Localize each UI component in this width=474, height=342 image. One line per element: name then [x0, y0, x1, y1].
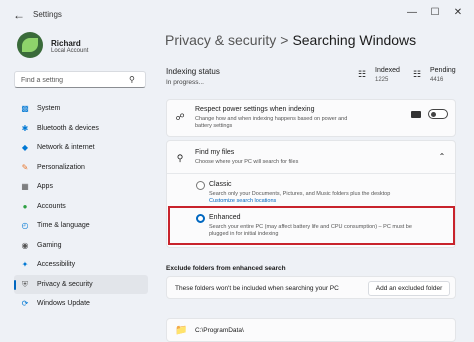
- breadcrumb-separator: >: [280, 32, 289, 48]
- indexed-label: Indexed: [375, 67, 400, 74]
- shield-icon: ⛨: [22, 279, 28, 289]
- highlight-box: [168, 206, 455, 245]
- indexed-value: 1225: [375, 77, 389, 83]
- sidebar-item-windows-update[interactable]: ⟳ Windows Update: [14, 294, 148, 314]
- excluded-folder-path: C:\ProgramData\: [195, 327, 244, 334]
- breadcrumb-parent[interactable]: Privacy & security: [165, 32, 276, 48]
- indexing-progress: In progress...: [166, 79, 204, 86]
- folder-icon: 📁: [175, 325, 188, 336]
- account-type: Local Account: [51, 48, 89, 54]
- sidebar-item-time-language[interactable]: ◴ Time & language: [14, 216, 148, 236]
- sidebar-item-label: Gaming: [37, 241, 62, 249]
- sidebar-item-apps[interactable]: ▦ Apps: [14, 177, 148, 197]
- person-icon: ●: [22, 201, 28, 211]
- sidebar-item-label: Apps: [37, 183, 53, 190]
- bluetooth-icon: ✱: [21, 123, 29, 133]
- search-box[interactable]: ⚲: [14, 71, 146, 88]
- sidebar-item-label: Privacy & security: [37, 280, 93, 288]
- find-my-files-header[interactable]: ⚲ Find my files Choose where your PC wil…: [167, 141, 455, 174]
- sidebar-item-gaming[interactable]: ◉ Gaming: [14, 236, 148, 256]
- user-name: Richard: [51, 39, 81, 48]
- chevron-up-icon[interactable]: ⌃: [437, 152, 447, 162]
- search-icon[interactable]: ⚲: [129, 75, 139, 85]
- globe-clock-icon: ◴: [21, 221, 29, 230]
- exclude-info-text: These folders won't be included when sea…: [175, 285, 339, 292]
- sidebar-item-label: Bluetooth & devices: [37, 124, 99, 132]
- indexing-status-title: Indexing status: [166, 67, 220, 76]
- brush-icon: ✎: [21, 162, 29, 172]
- apps-icon: ▦: [21, 182, 29, 191]
- sidebar-item-label: Network & internet: [37, 144, 95, 151]
- pending-icon: ☷: [412, 69, 422, 79]
- active-indicator: [14, 279, 16, 290]
- sidebar-item-label: Windows Update: [37, 300, 90, 307]
- power-settings-desc-2: battery settings: [195, 123, 233, 129]
- power-settings-toggle[interactable]: [428, 109, 448, 119]
- power-icon: ☍: [175, 112, 185, 122]
- search-input[interactable]: [21, 74, 121, 86]
- classic-desc: Search only your Documents, Pictures, an…: [209, 191, 391, 197]
- find-my-files-desc: Choose where your PC will search for fil…: [195, 159, 299, 165]
- power-settings-desc-1: Change how and when indexing happens bas…: [195, 116, 348, 122]
- sidebar-item-label: Accounts: [37, 202, 66, 210]
- customize-search-locations-link[interactable]: Customize search locations: [209, 198, 276, 204]
- monitor-icon: ▩: [21, 104, 29, 113]
- classic-label[interactable]: Classic: [209, 181, 232, 188]
- sidebar-item-label: System: [37, 105, 61, 112]
- toggle-knob: [431, 112, 436, 117]
- power-settings-title: Respect power settings when indexing: [195, 106, 315, 113]
- sidebar-item-label: Accessibility: [37, 261, 76, 268]
- sidebar-item-accessibility[interactable]: ✦ Accessibility: [14, 255, 148, 275]
- back-arrow-icon[interactable]: ←: [12, 8, 26, 22]
- sidebar-item-bluetooth[interactable]: ✱ Bluetooth & devices: [14, 119, 148, 139]
- breadcrumb: Privacy & security > Searching Windows: [165, 32, 416, 48]
- sidebar-item-accounts[interactable]: ● Accounts: [14, 197, 148, 217]
- exclude-info-card: These folders won't be included when sea…: [166, 276, 456, 299]
- controller-icon: ◉: [21, 240, 29, 250]
- sidebar-item-label: Time & language: [37, 222, 90, 229]
- indexed-icon: ☷: [357, 69, 367, 79]
- title-bar: ← Settings — ☐ ✕: [0, 0, 474, 30]
- power-settings-card: ☍ Respect power settings when indexing C…: [166, 99, 456, 137]
- sidebar-item-network[interactable]: ◆ Network & internet: [14, 138, 148, 158]
- maximize-button[interactable]: ☐: [428, 6, 442, 20]
- close-button[interactable]: ✕: [451, 6, 465, 20]
- excluded-folder-row[interactable]: 📁 C:\ProgramData\: [166, 318, 456, 342]
- update-icon: ⟳: [21, 299, 29, 308]
- sidebar-item-privacy-security[interactable]: ⛨ Privacy & security: [14, 274, 148, 294]
- sidebar-item-personalization[interactable]: ✎ Personalization: [14, 158, 148, 178]
- page-title: Searching Windows: [292, 32, 417, 48]
- pending-label: Pending: [430, 67, 456, 74]
- avatar-leaf-image: [22, 38, 38, 52]
- find-my-files-title: Find my files: [195, 149, 235, 156]
- battery-icon: [411, 111, 421, 118]
- classic-radio[interactable]: [196, 181, 205, 190]
- add-excluded-folder-button[interactable]: Add an excluded folder: [368, 281, 450, 296]
- wifi-icon: ◆: [21, 143, 29, 152]
- search-folder-icon: ⚲: [176, 153, 184, 163]
- exclude-folders-heading: Exclude folders from enhanced search: [166, 265, 286, 272]
- accessibility-icon: ✦: [21, 260, 29, 269]
- sidebar-nav: ▩ System ✱ Bluetooth & devices ◆ Network…: [14, 99, 148, 314]
- minimize-button[interactable]: —: [405, 6, 419, 20]
- avatar[interactable]: [17, 32, 43, 58]
- sidebar-item-label: Personalization: [37, 163, 85, 171]
- pending-value: 4416: [430, 77, 444, 83]
- sidebar-item-system[interactable]: ▩ System: [14, 99, 148, 119]
- window-title: Settings: [33, 10, 62, 19]
